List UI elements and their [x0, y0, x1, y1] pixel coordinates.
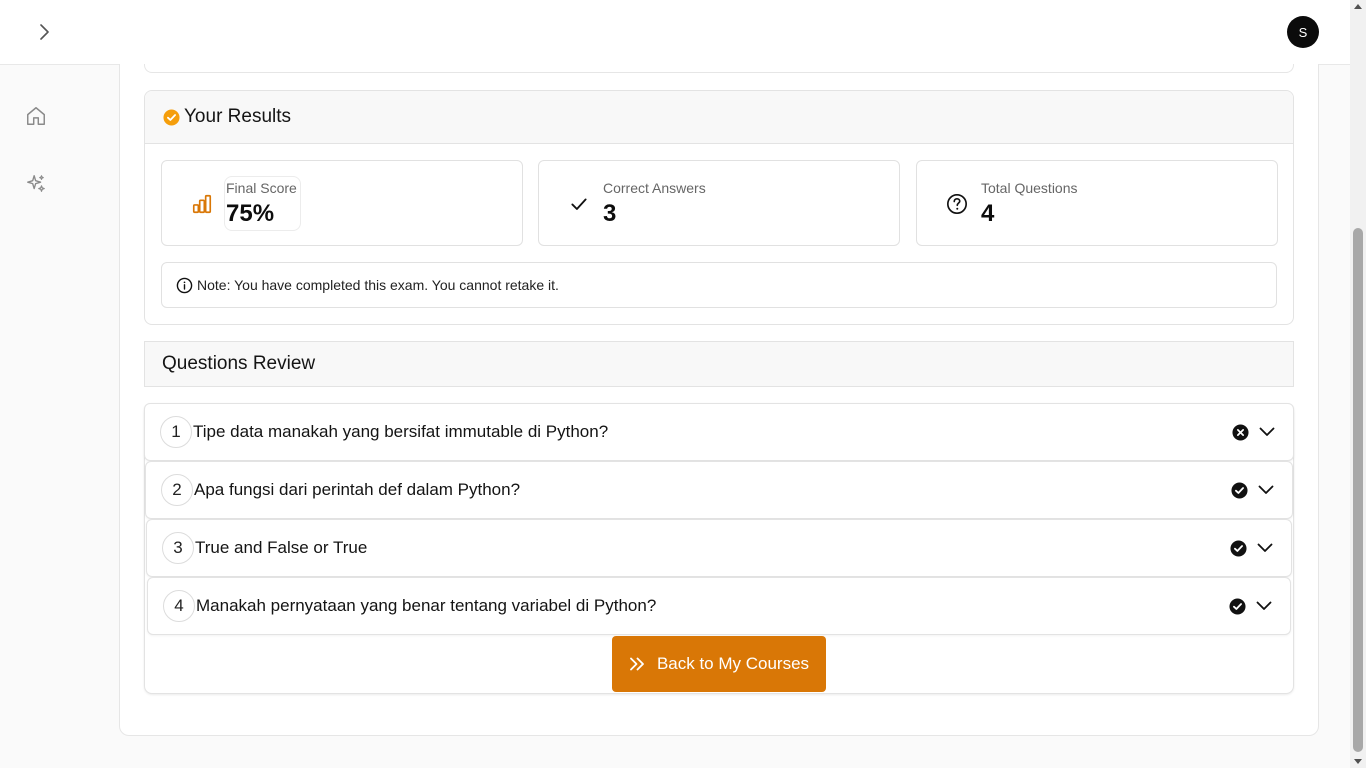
sparkles-icon — [27, 175, 45, 192]
results-title: Your Results — [184, 106, 292, 127]
question-row-1[interactable]: 1 Tipe data manakah yang bersifat immuta… — [144, 403, 1294, 461]
x-circle-icon — [1231, 423, 1249, 441]
questions-review-title: Questions Review — [162, 353, 316, 374]
question-row-3[interactable]: 3 True and False or True — [146, 519, 1292, 577]
previous-card — [144, 64, 1294, 73]
check-circle-icon — [1230, 481, 1248, 499]
back-button-label: Back to My Courses — [656, 654, 810, 673]
chevron-down-icon[interactable] — [1256, 480, 1276, 500]
questions-review-header: Questions Review — [144, 341, 1294, 387]
total-questions-label: Total Questions — [981, 180, 1078, 196]
back-to-courses-button[interactable]: Back to My Courses — [612, 636, 826, 692]
final-score-label: Final Score — [226, 180, 297, 196]
results-card: Your Results Final Score 75% Correct Ans… — [144, 90, 1294, 325]
note-text: Note: You have completed this exam. You … — [197, 277, 559, 293]
check-circle-icon — [1229, 539, 1247, 557]
correct-answers-card: Correct Answers 3 — [538, 160, 900, 246]
scrollbar[interactable] — [1350, 0, 1366, 768]
scroll-down-arrow[interactable] — [1354, 759, 1362, 764]
scrollbar-thumb[interactable] — [1353, 228, 1363, 752]
question-number: 4 — [163, 590, 195, 622]
bar-chart-icon — [190, 192, 214, 216]
note-box: Note: You have completed this exam. You … — [161, 262, 1277, 308]
expand-sidebar-button[interactable] — [30, 18, 58, 46]
question-text: Tipe data manakah yang bersifat immutabl… — [193, 422, 609, 441]
total-questions-card: Total Questions 4 — [916, 160, 1278, 246]
question-number: 1 — [160, 416, 192, 448]
check-circle-icon — [1228, 597, 1246, 615]
check-icon — [567, 192, 591, 216]
question-row-2[interactable]: 2 Apa fungsi dari perintah def dalam Pyt… — [145, 461, 1293, 519]
question-row-4[interactable]: 4 Manakah pernyataan yang benar tentang … — [147, 577, 1291, 635]
chevron-down-icon[interactable] — [1257, 422, 1277, 442]
avatar[interactable]: S — [1287, 16, 1319, 48]
chevrons-right-icon — [630, 657, 644, 671]
chevron-down-icon[interactable] — [1255, 538, 1275, 558]
chevron-right-icon — [40, 24, 49, 40]
chevron-down-icon[interactable] — [1254, 596, 1274, 616]
check-circle-icon — [163, 108, 180, 126]
top-bar: S — [0, 0, 1350, 65]
question-number: 2 — [161, 474, 193, 506]
scroll-up-arrow[interactable] — [1354, 4, 1362, 9]
final-score-card: Final Score 75% — [161, 160, 523, 246]
question-circle-icon — [945, 192, 969, 216]
question-text: Apa fungsi dari perintah def dalam Pytho… — [194, 480, 521, 499]
sidebar-item-home[interactable] — [22, 102, 50, 130]
info-icon — [176, 277, 193, 293]
correct-answers-value: 3 — [603, 200, 617, 227]
question-text: True and False or True — [195, 538, 368, 557]
final-score-value: 75% — [226, 200, 275, 227]
question-text: Manakah pernyataan yang benar tentang va… — [196, 596, 657, 615]
sidebar-item-ai[interactable] — [22, 170, 50, 198]
total-questions-value: 4 — [981, 200, 995, 227]
correct-answers-label: Correct Answers — [603, 180, 706, 196]
results-header: Your Results — [145, 91, 1293, 144]
question-number: 3 — [162, 532, 194, 564]
home-icon — [27, 107, 45, 125]
